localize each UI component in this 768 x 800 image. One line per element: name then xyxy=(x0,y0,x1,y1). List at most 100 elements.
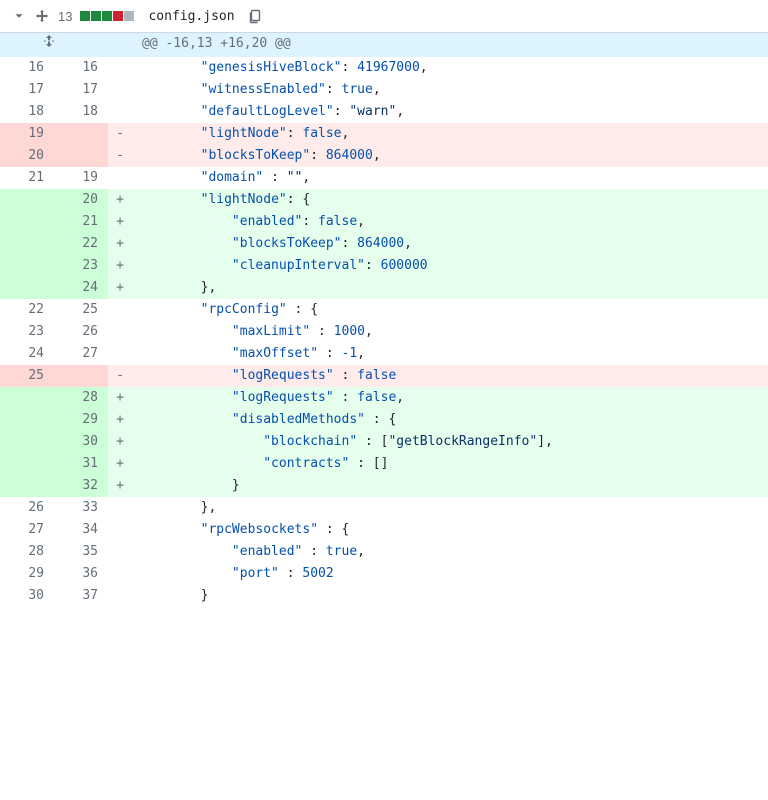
diff-marker xyxy=(108,563,132,585)
new-line-number[interactable] xyxy=(54,123,108,145)
code-content: "maxLimit" : 1000, xyxy=(132,321,768,343)
new-line-number[interactable] xyxy=(54,365,108,387)
diff-line: 19- "lightNode": false, xyxy=(0,123,768,145)
new-line-number[interactable]: 31 xyxy=(54,453,108,475)
new-line-number[interactable] xyxy=(54,145,108,167)
code-content: "defaultLogLevel": "warn", xyxy=(132,101,768,123)
new-line-number[interactable]: 32 xyxy=(54,475,108,497)
new-line-number[interactable]: 33 xyxy=(54,497,108,519)
diff-marker xyxy=(108,101,132,123)
expand-all-button[interactable] xyxy=(34,8,50,24)
old-line-number[interactable] xyxy=(0,211,54,233)
old-line-number[interactable]: 30 xyxy=(0,585,54,607)
old-line-number[interactable]: 20 xyxy=(0,145,54,167)
copy-icon xyxy=(247,8,263,24)
new-line-number[interactable]: 19 xyxy=(54,167,108,189)
new-line-number[interactable]: 29 xyxy=(54,409,108,431)
old-line-number[interactable]: 25 xyxy=(0,365,54,387)
diff-line: 29+ "disabledMethods" : { xyxy=(0,409,768,431)
diff-marker: + xyxy=(108,431,132,453)
filename[interactable]: config.json xyxy=(148,9,234,24)
old-line-number[interactable] xyxy=(0,409,54,431)
code-content: "blocksToKeep": 864000, xyxy=(132,145,768,167)
new-line-number[interactable]: 35 xyxy=(54,541,108,563)
code-content: "port" : 5002 xyxy=(132,563,768,585)
diff-line: 20- "blocksToKeep": 864000, xyxy=(0,145,768,167)
diff-marker: + xyxy=(108,233,132,255)
diff-marker: - xyxy=(108,365,132,387)
diffstat-square xyxy=(102,11,112,21)
new-line-number[interactable]: 16 xyxy=(54,57,108,79)
old-line-number[interactable]: 28 xyxy=(0,541,54,563)
diff-marker: - xyxy=(108,123,132,145)
new-line-number[interactable]: 36 xyxy=(54,563,108,585)
diff-marker xyxy=(108,321,132,343)
diff-line: 2633 }, xyxy=(0,497,768,519)
diff-line: 1616 "genesisHiveBlock": 41967000, xyxy=(0,57,768,79)
code-content: "witnessEnabled": true, xyxy=(132,79,768,101)
code-content: "blocksToKeep": 864000, xyxy=(132,233,768,255)
diff-marker xyxy=(108,167,132,189)
old-line-number[interactable]: 29 xyxy=(0,563,54,585)
diff-marker xyxy=(108,585,132,607)
code-content: "rpcWebsockets" : { xyxy=(132,519,768,541)
diff-line: 21+ "enabled": false, xyxy=(0,211,768,233)
new-line-number[interactable]: 34 xyxy=(54,519,108,541)
hunk-label: @@ -16,13 +16,20 @@ xyxy=(132,33,768,57)
old-line-number[interactable]: 23 xyxy=(0,321,54,343)
unfold-icon xyxy=(41,33,57,57)
new-line-number[interactable]: 27 xyxy=(54,343,108,365)
old-line-number[interactable] xyxy=(0,277,54,299)
code-content: "enabled" : true, xyxy=(132,541,768,563)
new-line-number[interactable]: 25 xyxy=(54,299,108,321)
new-line-number[interactable]: 37 xyxy=(54,585,108,607)
new-line-number[interactable]: 28 xyxy=(54,387,108,409)
new-line-number[interactable]: 21 xyxy=(54,211,108,233)
copy-path-button[interactable] xyxy=(247,8,263,24)
code-content: "blockchain" : ["getBlockRangeInfo"], xyxy=(132,431,768,453)
diff-table: @@ -16,13 +16,20 @@ 1616 "genesisHiveBlo… xyxy=(0,33,768,607)
old-line-number[interactable]: 27 xyxy=(0,519,54,541)
code-content: "contracts" : [] xyxy=(132,453,768,475)
old-line-number[interactable]: 26 xyxy=(0,497,54,519)
expand-hunk-button[interactable] xyxy=(0,33,108,57)
diffstat-square xyxy=(113,11,123,21)
old-line-number[interactable] xyxy=(0,431,54,453)
old-line-number[interactable] xyxy=(0,255,54,277)
old-line-number[interactable] xyxy=(0,475,54,497)
code-content: "domain" : "", xyxy=(132,167,768,189)
diff-marker: + xyxy=(108,475,132,497)
diffstat xyxy=(80,11,134,21)
old-line-number[interactable] xyxy=(0,453,54,475)
collapse-toggle[interactable] xyxy=(12,9,26,23)
code-content: "rpcConfig" : { xyxy=(132,299,768,321)
new-line-number[interactable]: 24 xyxy=(54,277,108,299)
old-line-number[interactable]: 24 xyxy=(0,343,54,365)
diff-line: 32+ } xyxy=(0,475,768,497)
diff-line: 2119 "domain" : "", xyxy=(0,167,768,189)
diff-line: 2225 "rpcConfig" : { xyxy=(0,299,768,321)
diff-line: 28+ "logRequests" : false, xyxy=(0,387,768,409)
old-line-number[interactable]: 19 xyxy=(0,123,54,145)
old-line-number[interactable]: 16 xyxy=(0,57,54,79)
old-line-number[interactable]: 18 xyxy=(0,101,54,123)
diff-line: 23+ "cleanupInterval": 600000 xyxy=(0,255,768,277)
new-line-number[interactable]: 23 xyxy=(54,255,108,277)
new-line-number[interactable]: 17 xyxy=(54,79,108,101)
chevron-down-icon xyxy=(12,9,26,23)
old-line-number[interactable]: 21 xyxy=(0,167,54,189)
code-content: "maxOffset" : -1, xyxy=(132,343,768,365)
old-line-number[interactable]: 22 xyxy=(0,299,54,321)
old-line-number[interactable] xyxy=(0,233,54,255)
new-line-number[interactable]: 22 xyxy=(54,233,108,255)
diff-line: 1818 "defaultLogLevel": "warn", xyxy=(0,101,768,123)
old-line-number[interactable] xyxy=(0,387,54,409)
code-content: "logRequests" : false xyxy=(132,365,768,387)
new-line-number[interactable]: 30 xyxy=(54,431,108,453)
old-line-number[interactable] xyxy=(0,189,54,211)
diff-marker: + xyxy=(108,409,132,431)
new-line-number[interactable]: 26 xyxy=(54,321,108,343)
new-line-number[interactable]: 18 xyxy=(54,101,108,123)
new-line-number[interactable]: 20 xyxy=(54,189,108,211)
old-line-number[interactable]: 17 xyxy=(0,79,54,101)
